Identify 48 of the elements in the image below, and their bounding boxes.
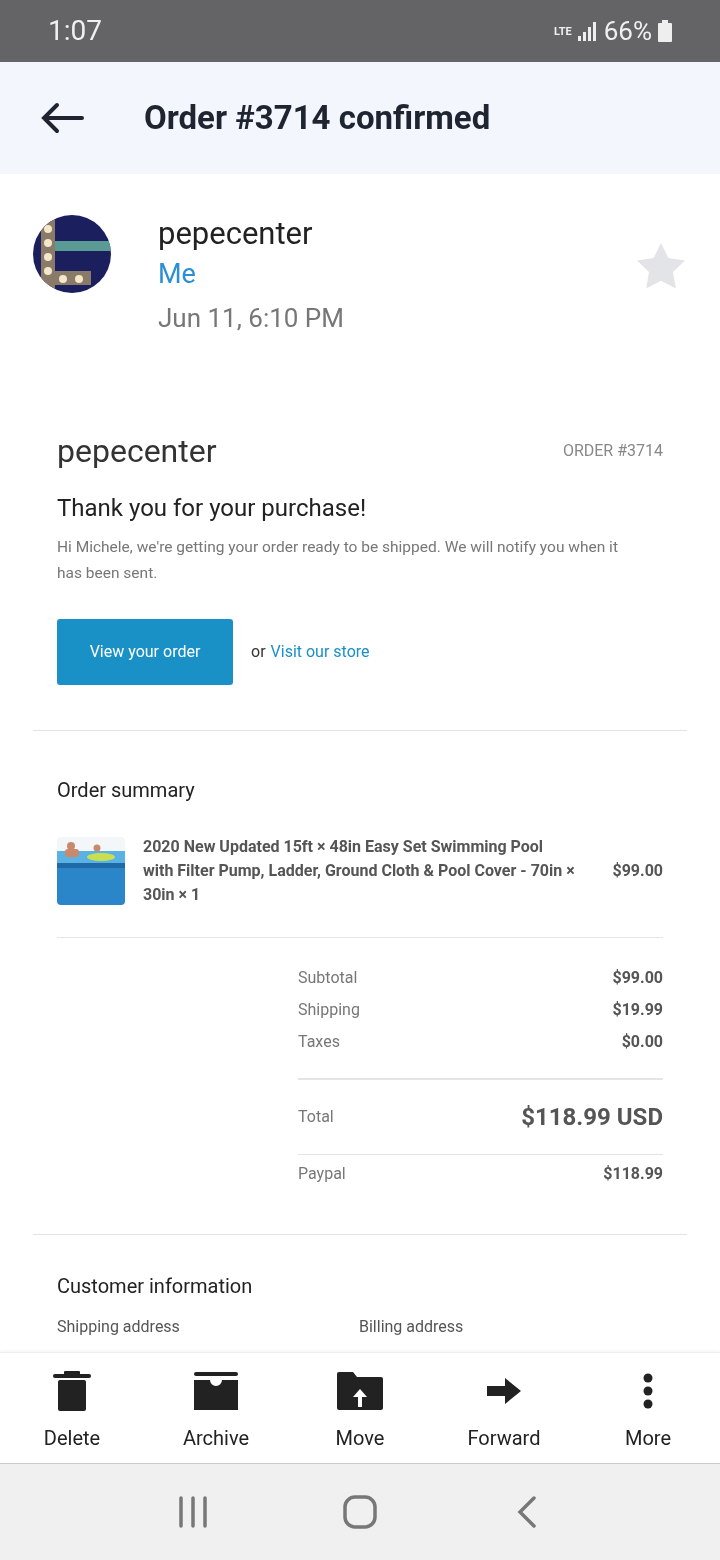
- toolbar-button[interactable]: More: [576, 1353, 720, 1463]
- status-time: 1:07: [48, 13, 102, 49]
- signal-icon: [577, 21, 598, 41]
- arrow-icon: [487, 1378, 521, 1404]
- toolbar-button[interactable]: Forward: [432, 1353, 576, 1463]
- network-label: LTE: [554, 25, 572, 37]
- view-order-button[interactable]: View your order: [57, 619, 233, 685]
- folder-icon: [337, 1372, 383, 1410]
- trash-icon: [52, 1371, 92, 1411]
- order-number: ORDER #3714: [562, 440, 663, 462]
- total-label: Subtotal: [298, 967, 358, 989]
- thank-you-heading: Thank you for your purchase!: [57, 493, 368, 524]
- home-icon: [343, 1495, 377, 1529]
- total-label: Taxes: [298, 1031, 340, 1053]
- sender-name: pepecenter: [158, 214, 314, 254]
- payment-method: Paypal: [298, 1162, 346, 1185]
- grand-total-label: Total: [298, 1106, 334, 1128]
- total-amount: $99.00: [612, 967, 663, 989]
- product-title: 2020 New Updated 15ft × 48in Easy Set Swimming Pool with Filter Pump, Ladder, Ground Cloth & Pool Cover - 70in × 30in × 1: [143, 836, 575, 906]
- product-price: $99.00: [612, 860, 663, 882]
- total-amount: $19.99: [612, 999, 663, 1021]
- payment-amount: $118.99: [603, 1162, 663, 1185]
- total-amount: $0.00: [621, 1031, 663, 1053]
- address-heading: Shipping address: [57, 1316, 181, 1338]
- store-name: pepecenter: [57, 431, 217, 472]
- recent-apps-icon: [178, 1496, 209, 1528]
- home-button[interactable]: [340, 1492, 380, 1532]
- battery-percent: 66%: [603, 14, 652, 48]
- total-label: Shipping: [298, 999, 360, 1021]
- store-link[interactable]: Visit our store: [270, 640, 370, 664]
- toolbar-button[interactable]: Delete: [0, 1353, 144, 1463]
- address-heading: Billing address: [359, 1316, 465, 1338]
- more-icon: [643, 1373, 653, 1409]
- order-message: Hi Michele, we're getting your order ready to be shipped. We will notify you when it has been sent.: [57, 537, 619, 584]
- star-icon: [637, 243, 685, 289]
- recipient-name[interactable]: Me: [158, 254, 344, 294]
- back-arrow-icon: [40, 102, 84, 134]
- customer-information-title: Customer information: [57, 1273, 254, 1300]
- grand-total-amount: $118.99 USD: [521, 1102, 663, 1133]
- battery-icon: [658, 20, 672, 42]
- or-text: or: [251, 641, 266, 663]
- toolbar-button[interactable]: Archive: [144, 1353, 288, 1463]
- toolbar-button[interactable]: Move: [288, 1353, 432, 1463]
- box-icon: [193, 1372, 239, 1410]
- message-date: Jun 11, 6:10 PM: [158, 302, 344, 335]
- back-icon: [516, 1496, 537, 1528]
- order-summary-title: Order summary: [57, 777, 196, 804]
- page-title: Order #3714 confirmed: [144, 97, 491, 140]
